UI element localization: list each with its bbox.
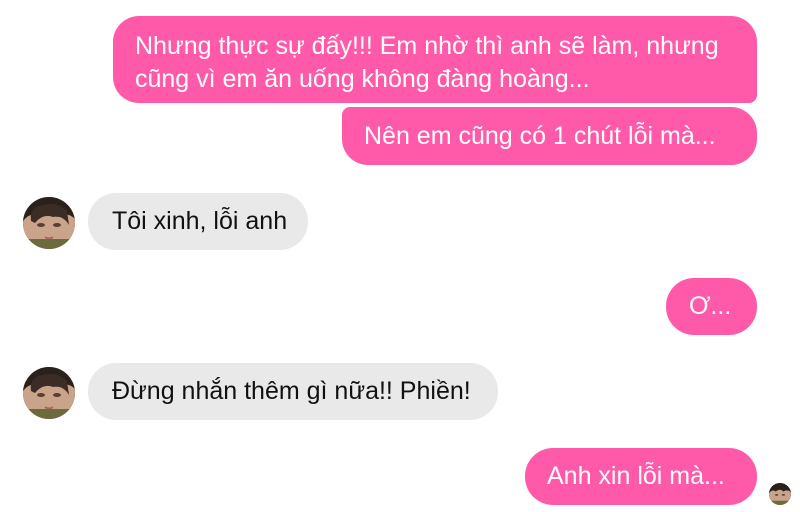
chat-thread: Nhưng thực sự đấy!!! Em nhờ thì anh sẽ l… xyxy=(0,0,800,512)
message-text: Đừng nhắn thêm gì nữa!! Phiền! xyxy=(112,377,471,405)
outgoing-message-bubble[interactable]: Nên em cũng có 1 chút lỗi mà... xyxy=(342,107,757,165)
contact-avatar-icon[interactable] xyxy=(23,367,75,419)
incoming-message-bubble[interactable]: Đừng nhắn thêm gì nữa!! Phiền! xyxy=(88,363,498,420)
message-text: Ơ... xyxy=(689,292,732,320)
contact-avatar-icon[interactable] xyxy=(23,197,75,249)
seen-avatar-image xyxy=(769,483,791,505)
message-text: Anh xin lỗi mà... xyxy=(547,462,725,490)
message-text-line: Nhưng thực sự đấy!!! Em nhờ thì anh sẽ l… xyxy=(135,32,719,60)
contact-avatar-image xyxy=(23,197,75,249)
contact-avatar-image xyxy=(23,367,75,419)
outgoing-message-bubble[interactable]: Anh xin lỗi mà... xyxy=(525,448,757,505)
outgoing-message-bubble[interactable]: Ơ... xyxy=(666,278,757,335)
message-text: Tôi xinh, lỗi anh xyxy=(112,207,288,235)
seen-avatar-icon xyxy=(769,483,791,505)
message-text: Nên em cũng có 1 chút lỗi mà... xyxy=(364,122,716,150)
message-text-line: cũng vì em ăn uống không đàng hoàng... xyxy=(135,65,590,93)
outgoing-message-bubble[interactable]: Nhưng thực sự đấy!!! Em nhờ thì anh sẽ l… xyxy=(113,16,757,103)
incoming-message-bubble[interactable]: Tôi xinh, lỗi anh xyxy=(88,193,308,250)
